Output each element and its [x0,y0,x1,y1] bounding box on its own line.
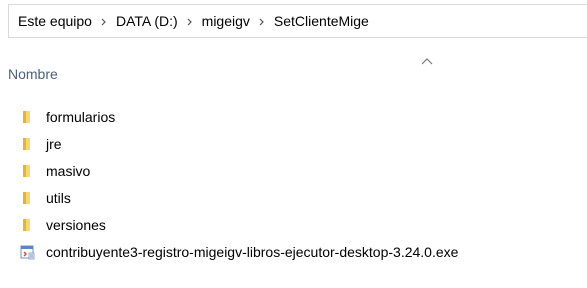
list-item-folder[interactable]: utils [0,184,587,211]
list-item-folder[interactable]: formularios [0,103,587,130]
folder-icon [20,163,36,179]
breadcrumb-item-migeigv[interactable]: migeigv [201,13,251,29]
folder-icon [20,190,36,206]
file-name: utils [46,189,71,206]
list-item-folder[interactable]: versiones [0,211,587,238]
file-name: formularios [46,108,116,125]
column-header[interactable]: Nombre [0,44,587,92]
list-item-executable[interactable]: contribuyente3-registro-migeigv-libros-e… [0,238,587,265]
folder-icon [20,109,36,125]
chevron-right-icon[interactable] [93,14,115,29]
file-name: versiones [46,216,106,233]
file-explorer-window: Este equipo DATA (D:) migeigv SetCliente… [0,0,587,288]
list-item-folder[interactable]: jre [0,130,587,157]
breadcrumb-item-setclientemige[interactable]: SetClienteMige [273,13,370,29]
file-name: contribuyente3-registro-migeigv-libros-e… [46,243,459,260]
chevron-right-icon[interactable] [251,14,273,29]
file-name: jre [46,135,62,152]
column-header-name[interactable]: Nombre [8,66,58,82]
file-name: masivo [46,162,91,179]
folder-icon [20,136,36,152]
address-bar[interactable]: Este equipo DATA (D:) migeigv SetCliente… [8,4,587,38]
folder-icon [20,217,36,233]
breadcrumb-item-data-drive[interactable]: DATA (D:) [115,13,179,29]
exe-icon [20,244,36,260]
chevron-right-icon[interactable] [179,14,201,29]
file-list: formularios jre masivo utils versiones c… [0,103,587,265]
breadcrumb-item-este-equipo[interactable]: Este equipo [17,13,93,29]
list-item-folder[interactable]: masivo [0,157,587,184]
sort-ascending-icon [420,53,434,65]
